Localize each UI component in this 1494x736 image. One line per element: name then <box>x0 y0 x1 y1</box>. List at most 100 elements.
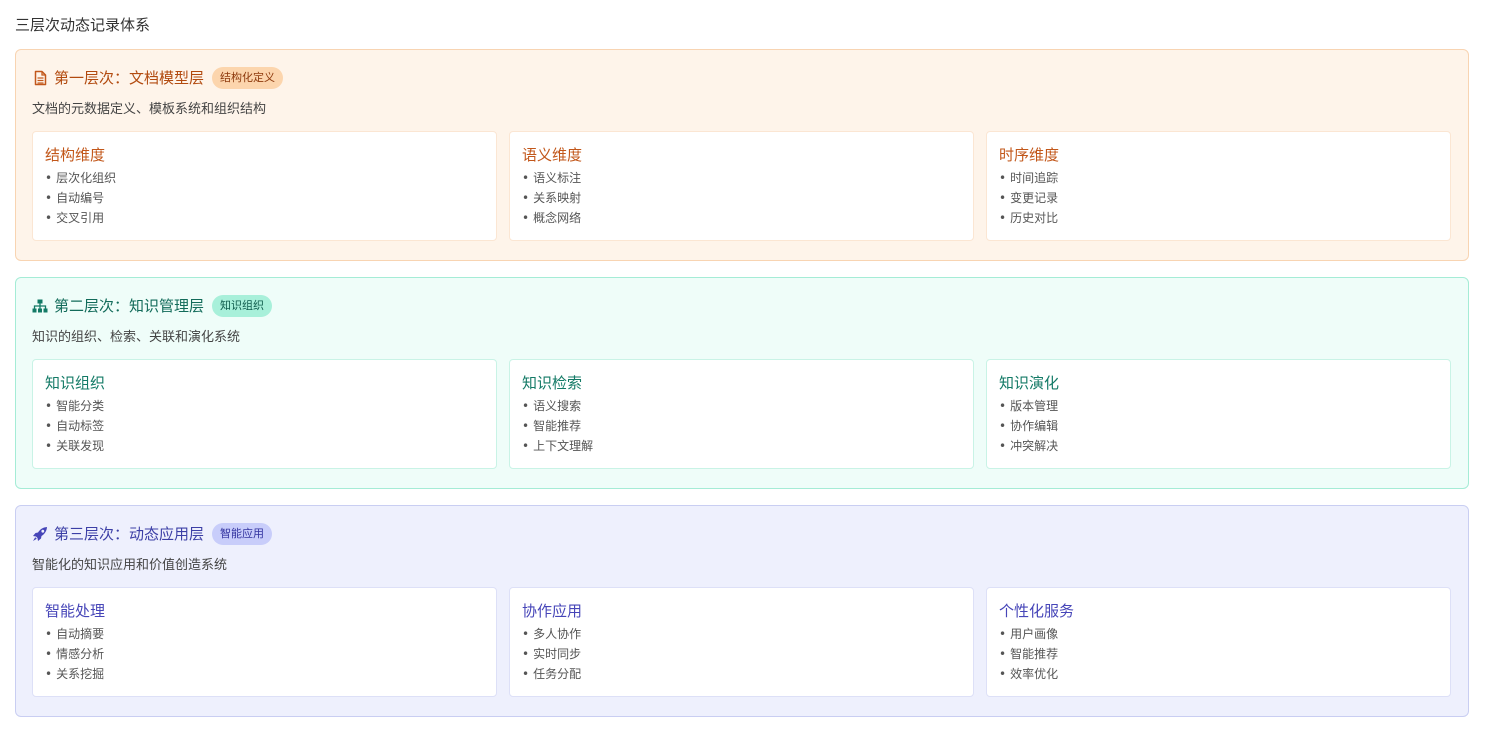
bullet: • <box>522 439 530 453</box>
list-item-text: 智能推荐 <box>533 419 582 433</box>
bullet: • <box>522 171 530 185</box>
list-item-text: 用户画像 <box>1010 627 1059 641</box>
bullet: • <box>999 419 1007 433</box>
list-item: • 关联发现 <box>45 436 484 456</box>
list-item: • 自动标签 <box>45 416 484 436</box>
bullet: • <box>45 419 53 433</box>
bullet: • <box>522 667 530 681</box>
card-title: 时序维度 <box>999 146 1060 164</box>
list-item-text: 自动编号 <box>56 191 105 205</box>
list-item: • 语义标注 <box>522 168 961 188</box>
layer-title: 第二层次：知识管理层 <box>54 297 205 315</box>
dimension-card: 知识检索 • 语义搜索 • 智能推荐 • 上下文理解 <box>509 359 974 469</box>
list-item-text: 智能推荐 <box>1010 647 1059 661</box>
list-item-text: 实时同步 <box>533 647 582 661</box>
layer-badge: 知识组织 <box>212 295 273 317</box>
card-title: 智能处理 <box>45 602 106 620</box>
page-title: 三层次动态记录体系 <box>15 16 151 34</box>
bullet: • <box>999 171 1007 185</box>
card-title: 知识组织 <box>45 374 106 392</box>
list-item-text: 任务分配 <box>533 667 582 681</box>
list-item-text: 层次化组织 <box>56 171 117 185</box>
bullet: • <box>45 439 53 453</box>
list-item-text: 交叉引用 <box>56 211 105 225</box>
list-item: • 自动摘要 <box>45 624 484 644</box>
dimension-card: 语义维度 • 语义标注 • 关系映射 • 概念网络 <box>509 131 974 241</box>
list-item-text: 协作编辑 <box>1010 419 1059 433</box>
list-item-text: 版本管理 <box>1010 399 1059 413</box>
list-item: • 关系映射 <box>522 188 961 208</box>
dimension-card: 协作应用 • 多人协作 • 实时同步 • 任务分配 <box>509 587 974 697</box>
bullet: • <box>45 399 53 413</box>
list-item-text: 历史对比 <box>1010 211 1059 225</box>
card-title: 结构维度 <box>45 146 106 164</box>
bullet: • <box>45 171 53 185</box>
layer-title: 第一层次：文档模型层 <box>54 69 205 87</box>
bullet: • <box>999 647 1007 661</box>
list-item: • 协作编辑 <box>999 416 1438 436</box>
list-item: • 语义搜索 <box>522 396 961 416</box>
dimension-card: 智能处理 • 自动摘要 • 情感分析 • 关系挖掘 <box>32 587 497 697</box>
bullet: • <box>45 647 53 661</box>
document-icon <box>32 70 48 86</box>
card-title: 知识演化 <box>999 374 1060 392</box>
layer-badge: 结构化定义 <box>212 67 284 89</box>
layer-header: 第二层次：知识管理层 知识组织 <box>32 293 1452 319</box>
list-item: • 智能推荐 <box>999 644 1438 664</box>
dimension-card: 知识演化 • 版本管理 • 协作编辑 • 冲突解决 <box>986 359 1451 469</box>
list-item: • 历史对比 <box>999 208 1438 228</box>
bullet: • <box>45 627 53 641</box>
bullet: • <box>522 647 530 661</box>
list-item-text: 变更记录 <box>1010 191 1059 205</box>
list-item: • 交叉引用 <box>45 208 484 228</box>
list-item-text: 效率优化 <box>1010 667 1059 681</box>
list-item-text: 冲突解决 <box>1010 439 1059 453</box>
bullet: • <box>45 667 53 681</box>
bullet: • <box>522 191 530 205</box>
list-item: • 效率优化 <box>999 664 1438 684</box>
layer-description: 智能化的知识应用和价值创造系统 <box>32 558 228 573</box>
bullet: • <box>999 667 1007 681</box>
layer-dynamic-application: 第三层次：动态应用层 智能应用 智能化的知识应用和价值创造系统 智能处理 • 自动… <box>15 505 1469 717</box>
card-title: 语义维度 <box>522 146 583 164</box>
list-item-text: 关联发现 <box>56 439 105 453</box>
list-item-text: 关系挖掘 <box>56 667 105 681</box>
list-item: • 上下文理解 <box>522 436 961 456</box>
layer-description: 文档的元数据定义、模板系统和组织结构 <box>32 102 267 117</box>
list-item: • 多人协作 <box>522 624 961 644</box>
list-item-text: 自动标签 <box>56 419 105 433</box>
list-item: • 概念网络 <box>522 208 961 228</box>
list-item: • 自动编号 <box>45 188 484 208</box>
layer-badge: 智能应用 <box>212 523 273 545</box>
layer-description: 知识的组织、检索、关联和演化系统 <box>32 330 241 345</box>
sitemap-icon <box>32 298 48 314</box>
list-item-text: 关系映射 <box>533 191 582 205</box>
layer-knowledge-management: 第二层次：知识管理层 知识组织 知识的组织、检索、关联和演化系统 知识组织 • 智… <box>15 277 1469 489</box>
list-item: • 智能推荐 <box>522 416 961 436</box>
bullet: • <box>522 627 530 641</box>
list-item: • 情感分析 <box>45 644 484 664</box>
list-item: • 层次化组织 <box>45 168 484 188</box>
list-item-text: 语义标注 <box>533 171 582 185</box>
list-item: • 时间追踪 <box>999 168 1438 188</box>
layer-header: 第一层次：文档模型层 结构化定义 <box>32 65 1452 91</box>
layer-title: 第三层次：动态应用层 <box>54 525 205 543</box>
card-row: 知识组织 • 智能分类 • 自动标签 • 关联发现 知识检索 • 语义搜索 • 智能推荐 … <box>32 359 1452 469</box>
list-item-text: 自动摘要 <box>56 627 105 641</box>
list-item-text: 语义搜索 <box>533 399 582 413</box>
list-item: • 实时同步 <box>522 644 961 664</box>
card-row: 智能处理 • 自动摘要 • 情感分析 • 关系挖掘 协作应用 • 多人协作 • 实时同步 … <box>32 587 1452 697</box>
list-item: • 任务分配 <box>522 664 961 684</box>
card-title: 个性化服务 <box>999 602 1075 620</box>
bullet: • <box>45 211 53 225</box>
list-item-text: 上下文理解 <box>533 439 594 453</box>
bullet: • <box>45 191 53 205</box>
list-item: • 用户画像 <box>999 624 1438 644</box>
bullet: • <box>522 399 530 413</box>
dimension-card: 个性化服务 • 用户画像 • 智能推荐 • 效率优化 <box>986 587 1451 697</box>
page: 三层次动态记录体系 第一层次：文档模型层 结构化定义 文档的元数据定义、模板系统… <box>0 0 1494 736</box>
rocket-icon <box>32 526 48 542</box>
bullet: • <box>999 211 1007 225</box>
list-item-text: 时间追踪 <box>1010 171 1059 185</box>
list-item: • 版本管理 <box>999 396 1438 416</box>
